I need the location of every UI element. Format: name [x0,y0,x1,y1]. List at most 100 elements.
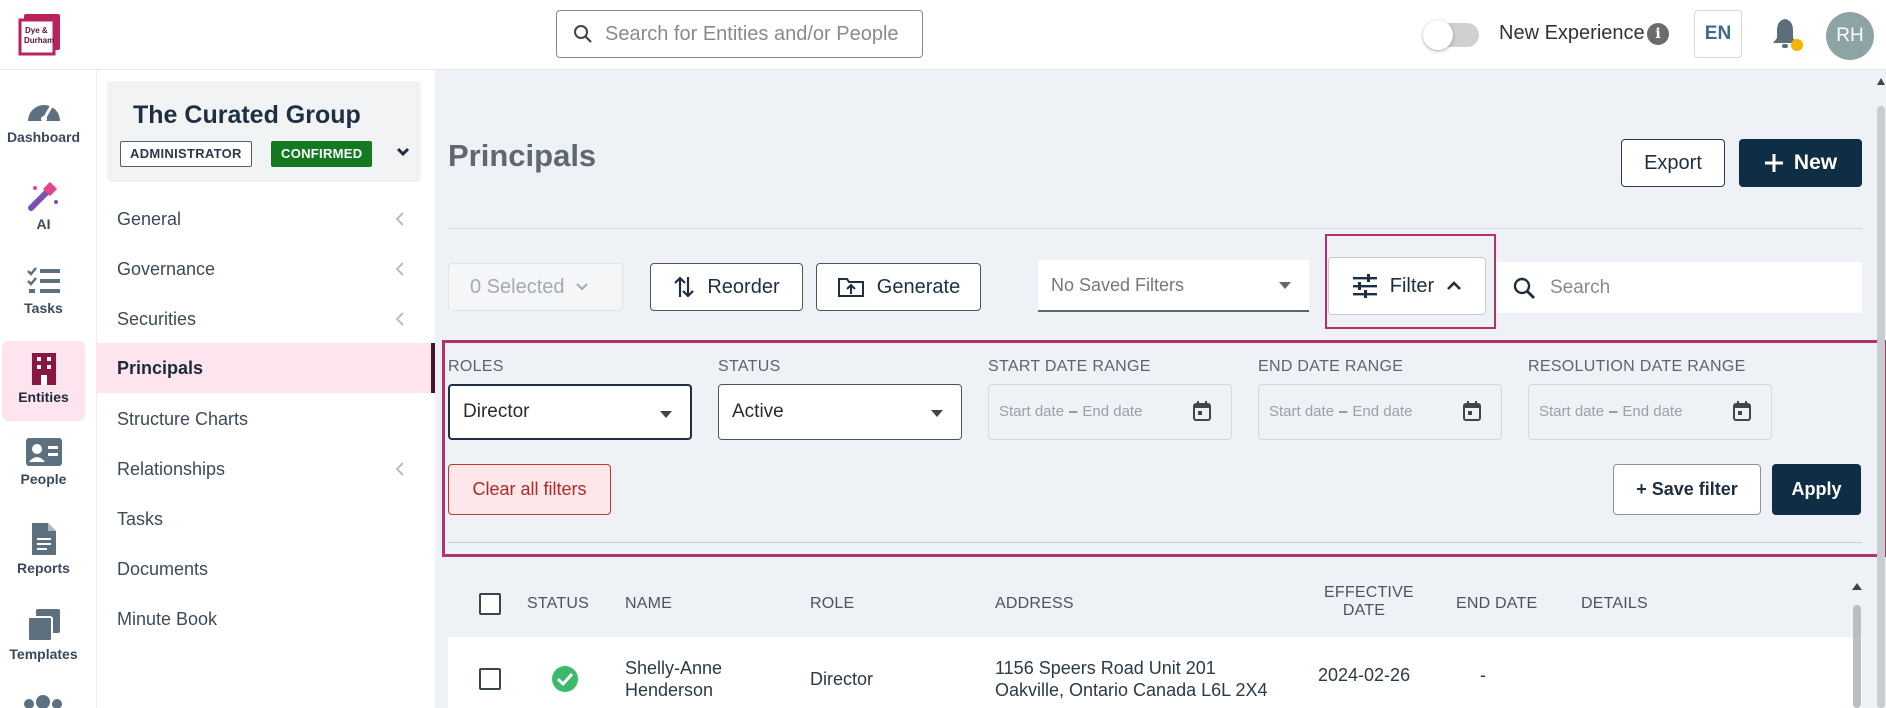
entity-card: The Curated Group ADMINISTRATOR CONFIRME… [107,81,421,182]
rail-item-reports[interactable]: Reports [2,512,85,592]
more-icon[interactable] [23,692,63,708]
row-address-line2: Oakville, Ontario Canada L6L 2X4 [995,680,1268,700]
sidebar-item-securities[interactable]: Securities [97,294,435,344]
new-experience-toggle[interactable] [1423,20,1479,50]
sidebar-item-relationships[interactable]: Relationships [97,444,435,494]
status-value: Active [732,401,784,422]
rail-item-dashboard[interactable]: Dashboard [2,85,85,165]
row-name[interactable]: Shelly-Anne Henderson [625,657,722,701]
status-badge: CONFIRMED [271,141,373,167]
scroll-thumb[interactable] [1877,106,1885,708]
column-header-role[interactable]: ROLE [810,595,854,613]
rail-label: Reports [17,560,70,576]
chevron-down-icon [575,283,588,291]
sidebar-item-label: Tasks [117,509,164,529]
user-avatar[interactable]: RH [1826,12,1874,60]
reorder-label: Reorder [707,275,780,298]
checklist-icon [26,267,60,293]
roles-label: ROLES [448,358,504,375]
page-scrollbar[interactable] [1876,70,1886,708]
resolution-date-range-field[interactable]: Start date – End date [1528,384,1772,440]
save-filter-button[interactable]: + Save filter [1613,464,1761,515]
rail-label: Tasks [24,300,63,316]
sidebar-item-principals[interactable]: Principals [97,343,435,393]
start-date-placeholder: Start date [1269,403,1335,420]
export-button[interactable]: Export [1621,139,1725,187]
global-search[interactable] [556,10,923,58]
notifications-bell-icon[interactable] [1770,16,1804,54]
row-name-line1: Shelly-Anne [625,658,723,678]
calendar-icon[interactable] [1733,401,1751,421]
rail-item-entities[interactable]: Entities [2,341,85,421]
column-header-address[interactable]: ADDRESS [995,595,1074,613]
new-button-label: New [1793,151,1838,174]
column-header-details[interactable]: DETAILS [1581,595,1648,613]
rail-item-tasks[interactable]: Tasks [2,256,85,336]
scroll-thumb[interactable] [1853,605,1861,708]
table-search-input[interactable] [1550,276,1850,299]
row-address: 1156 Speers Road Unit 201 Oakville, Onta… [995,657,1268,701]
scroll-up-arrow-icon[interactable] [1851,581,1863,591]
roles-select[interactable]: Director [448,384,692,440]
sidebar-item-governance[interactable]: Governance [97,244,435,294]
info-icon[interactable]: i [1647,23,1669,45]
row-address-line1: 1156 Speers Road Unit 201 [995,658,1216,678]
caret-down-icon [931,410,943,417]
rail-item-people[interactable]: People [2,427,85,507]
saved-filters-select[interactable]: No Saved Filters [1038,260,1309,312]
dye-durham-logo[interactable]: Dye & Durham [18,12,66,56]
sidebar-item-structure-charts[interactable]: Structure Charts [97,394,435,444]
rail-label: People [20,471,67,487]
status-select[interactable]: Active [718,384,962,440]
select-all-checkbox[interactable] [479,593,501,615]
table-scrollbar[interactable] [1852,569,1862,708]
end-date-placeholder: End date [1082,403,1143,420]
rail-item-ai[interactable]: AI [2,170,85,250]
chevron-left-icon [395,312,404,326]
sidebar-item-general[interactable]: General [97,194,435,244]
end-date-range-field[interactable]: Start date – End date [1258,384,1502,440]
start-date-range-field[interactable]: Start date – End date [988,384,1232,440]
sidebar-item-label: Securities [117,309,197,329]
sidebar-item-tasks[interactable]: Tasks [97,494,435,544]
reorder-button[interactable]: Reorder [650,263,803,311]
column-header-name[interactable]: NAME [625,595,672,613]
sidebar-item-minute-book[interactable]: Minute Book [97,594,435,644]
clear-all-filters-button[interactable]: Clear all filters [448,464,611,515]
sidebar-item-documents[interactable]: Documents [97,544,435,594]
row-name-line2: Henderson [625,680,714,700]
top-bar: Dye & Durham New Experience i EN RH [0,0,1886,70]
selected-dropdown[interactable]: 0 Selected [448,263,623,311]
sidebar-item-label: General [117,209,182,229]
column-header-status[interactable]: STATUS [527,595,589,613]
folder-upload-icon [837,278,864,297]
start-date-range-label: START DATE RANGE [988,358,1151,375]
row-effective-date: 2024-02-26 [1318,665,1411,685]
chevron-down-icon[interactable] [396,147,410,157]
start-date-placeholder: Start date [1539,403,1605,420]
calendar-icon[interactable] [1463,401,1481,421]
toggle-knob [1423,20,1453,50]
search-icon [574,25,592,43]
rail-item-templates[interactable]: Templates [2,598,85,678]
filter-button[interactable]: Filter [1328,257,1486,315]
table-search[interactable] [1496,262,1862,313]
row-checkbox[interactable] [479,668,501,690]
apply-button[interactable]: Apply [1772,464,1861,515]
reorder-icon [674,276,695,298]
sidebar-item-label: Governance [117,259,216,279]
generate-button[interactable]: Generate [816,263,981,311]
new-button[interactable]: New [1739,139,1862,187]
global-search-input[interactable] [605,22,905,46]
scroll-up-arrow-icon[interactable] [1876,76,1886,86]
column-header-effective-date[interactable]: EFFECTIVE DATE [1324,584,1414,620]
calendar-icon[interactable] [1193,401,1211,421]
rail-label: AI [36,216,51,232]
sidebar-item-label: Principals [117,358,204,378]
language-button[interactable]: EN [1694,10,1742,58]
main-content: Principals Export New 0 Selected Reorder… [435,70,1886,708]
rail-label: Entities [18,389,69,405]
column-header-end-date[interactable]: END DATE [1456,595,1537,613]
svg-text:Dye &: Dye & [25,26,48,35]
filter-label: Filter [1389,274,1435,297]
